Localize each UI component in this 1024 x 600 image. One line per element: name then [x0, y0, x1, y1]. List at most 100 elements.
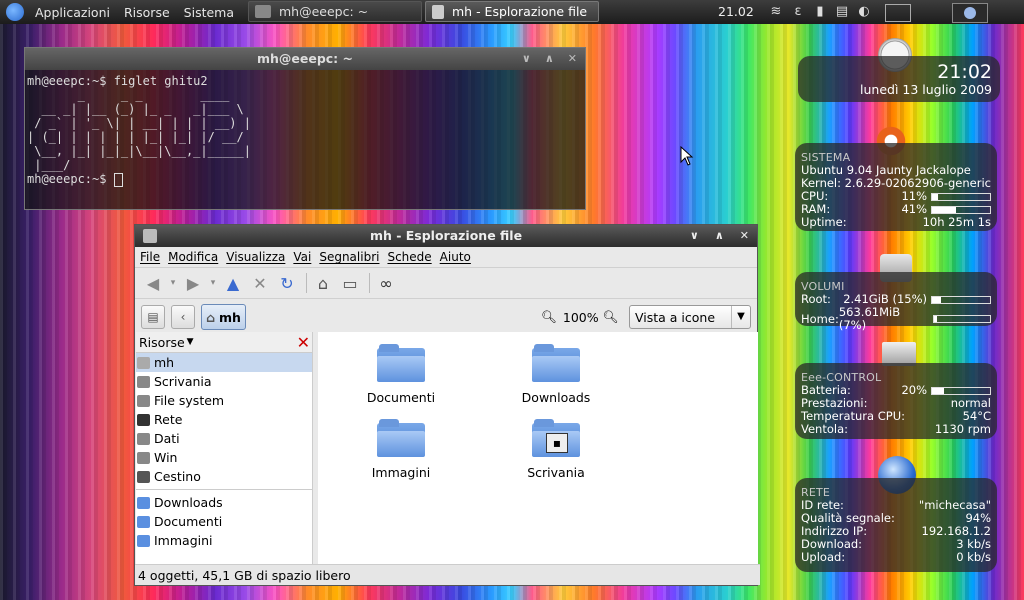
file-item-immagini[interactable]: Immagini: [346, 419, 456, 480]
eee-icon[interactable]: ε: [790, 4, 806, 20]
side-pane-header[interactable]: Risorse ▼ ✕: [136, 332, 312, 353]
menu-modifica[interactable]: Modifica: [167, 250, 225, 264]
conky-sistema: SISTEMA Ubuntu 9.04 Jaunty Jackalope Ker…: [795, 143, 997, 231]
back-arrow-icon[interactable]: ◀: [141, 272, 165, 294]
term-prompt: mh@eeepc:~$: [27, 172, 114, 186]
sidebar-item-mh[interactable]: mh: [136, 353, 312, 372]
terminal-icon: [255, 5, 271, 18]
terminal-content[interactable]: mh@eeepc:~$ figlet ghitu2 _ _ _ ____ __ …: [25, 70, 585, 191]
status-text: 4 oggetti, 45,1 GB di spazio libero: [138, 567, 351, 583]
conky-eee: Eee-CONTROL Batteria: 20% Prestazioni: nor…: [795, 363, 997, 439]
phone-icon[interactable]: ▤: [834, 4, 850, 20]
drive-icon: [137, 432, 150, 445]
taskbar-filemanager[interactable]: mh - Esplorazione file: [425, 1, 599, 22]
maximize-button[interactable]: ∧: [545, 48, 554, 70]
minimize-button[interactable]: ∨: [690, 225, 699, 247]
up-arrow-icon[interactable]: ▲: [221, 272, 245, 294]
top-panel: Applicazioni Risorse Sistema mh@eeepc: ~…: [0, 0, 1024, 24]
sidebar-bookmark-documenti[interactable]: Documenti: [136, 512, 312, 531]
file-item-documenti[interactable]: Documenti: [346, 344, 456, 405]
computer-icon[interactable]: ▭: [338, 272, 362, 294]
fan-value: 1130 rpm: [934, 422, 991, 436]
toolbar-separator: [306, 273, 307, 293]
menu-segnalibri[interactable]: Segnalibri: [318, 250, 386, 264]
conky-clock: 21:02 lunedì 13 luglio 2009: [798, 56, 1000, 102]
battery-icon[interactable]: ▮: [812, 4, 828, 20]
view-select[interactable]: Vista a icone ▼: [629, 305, 751, 329]
menu-schede[interactable]: Schede: [386, 250, 438, 264]
home-value: 563.61MiB (7%): [838, 305, 901, 332]
fm-title: mh - Esplorazione file: [369, 228, 523, 243]
term-line: mh@eeepc:~$ figlet ghitu2: [27, 74, 208, 88]
reload-icon[interactable]: ↻: [275, 272, 299, 294]
menu-sistema[interactable]: Sistema: [177, 5, 241, 20]
back-history-icon[interactable]: ▾: [168, 272, 178, 294]
sidebar-item-label: Dati: [154, 431, 180, 446]
sidebar-bookmark-downloads[interactable]: Downloads: [136, 493, 312, 512]
search-binoculars-icon[interactable]: ∞: [374, 272, 398, 294]
battery-bar: [931, 386, 991, 395]
minimize-button[interactable]: ∨: [522, 48, 531, 70]
volume-icon[interactable]: ◐: [856, 4, 872, 20]
zoom-in-icon[interactable]: 🔍︎: [603, 309, 619, 325]
menu-visualizza[interactable]: Visualizza: [225, 250, 292, 264]
file-item-scrivania[interactable]: ▪ Scrivania: [501, 419, 611, 480]
fm-toolbar: ◀ ▾ ▶ ▾ ▲ ✕ ↻ ⌂ ▭ ∞: [135, 267, 757, 298]
figlet-line: \__, |_| |_|_|\__|\__,_|_____|: [27, 144, 251, 158]
ram-bar: [931, 205, 991, 214]
terminal-titlebar[interactable]: mh@eeepc: ~ ∨ ∧ ✕: [25, 48, 585, 70]
breadcrumb-home[interactable]: ⌂ mh: [201, 304, 246, 330]
menu-vai[interactable]: Vai: [292, 250, 318, 264]
sidebar-item-filesystem[interactable]: File system: [136, 391, 312, 410]
forward-history-icon[interactable]: ▾: [208, 272, 218, 294]
sidebar-bookmark-immagini[interactable]: Immagini: [136, 531, 312, 550]
show-desktop-button[interactable]: [952, 3, 988, 23]
sidebar-item-cestino[interactable]: Cestino: [136, 467, 312, 486]
menu-applicazioni[interactable]: Applicazioni: [28, 5, 117, 20]
panel-clock[interactable]: 21.02: [718, 4, 754, 19]
sidebar-item-win[interactable]: Win: [136, 448, 312, 467]
desktop-icon: [137, 375, 150, 388]
filemanager-icon: [432, 4, 444, 19]
menu-file[interactable]: File: [139, 250, 167, 264]
wifi-icon[interactable]: ≋: [768, 4, 784, 20]
sidebar-item-scrivania[interactable]: Scrivania: [136, 372, 312, 391]
mouse-pointer-icon: [680, 146, 694, 166]
breadcrumb-label: mh: [218, 309, 241, 325]
terminal-window: mh@eeepc: ~ ∨ ∧ ✕ mh@eeepc:~$ figlet ghi…: [24, 47, 586, 210]
fm-titlebar[interactable]: mh - Esplorazione file ∨ ∧ ✕: [135, 225, 757, 247]
file-item-downloads[interactable]: Downloads: [501, 344, 611, 405]
close-sidepane-icon[interactable]: ✕: [297, 333, 310, 352]
workspace-switcher[interactable]: [885, 4, 911, 22]
menu-aiuto[interactable]: Aiuto: [439, 250, 478, 264]
sidebar-item-dati[interactable]: Dati: [136, 429, 312, 448]
taskbar-terminal[interactable]: mh@eeepc: ~: [248, 1, 422, 22]
gnome-foot-icon[interactable]: [6, 3, 24, 21]
trash-icon: [137, 470, 150, 483]
folder-icon: [137, 534, 150, 547]
home-icon[interactable]: ⌂: [311, 272, 335, 294]
zoom-out-icon[interactable]: 🔍︎: [541, 309, 557, 325]
sidebar-separator: [136, 489, 312, 490]
rete-upload: Upload: 0 kb/s: [801, 551, 991, 564]
forward-arrow-icon[interactable]: ▶: [181, 272, 205, 294]
sistema-uptime: Uptime: 10h 25m 1s: [801, 216, 991, 229]
breadcrumb-left-icon[interactable]: ‹: [171, 305, 195, 329]
close-button[interactable]: ✕: [740, 225, 749, 247]
zoom-level: 100%: [562, 309, 599, 325]
upload-label: Upload:: [801, 550, 846, 564]
network-icon: [137, 413, 150, 426]
menu-risorse[interactable]: Risorse: [117, 5, 177, 20]
close-button[interactable]: ✕: [568, 48, 577, 70]
toggle-location-icon[interactable]: ▤: [141, 305, 165, 329]
side-pane-title: Risorse: [139, 334, 185, 350]
zoom-control: 🔍︎ 100% 🔍︎: [541, 309, 619, 325]
fan-label: Ventola:: [801, 422, 848, 436]
home-label: Home:: [801, 311, 839, 326]
conky-date: lunedì 13 luglio 2009: [860, 82, 992, 97]
sidebar-item-rete[interactable]: Rete: [136, 410, 312, 429]
maximize-button[interactable]: ∧: [715, 225, 724, 247]
uptime-value: 10h 25m 1s: [922, 215, 991, 229]
stop-icon[interactable]: ✕: [248, 272, 272, 294]
taskbar-terminal-label: mh@eeepc: ~: [279, 4, 369, 19]
